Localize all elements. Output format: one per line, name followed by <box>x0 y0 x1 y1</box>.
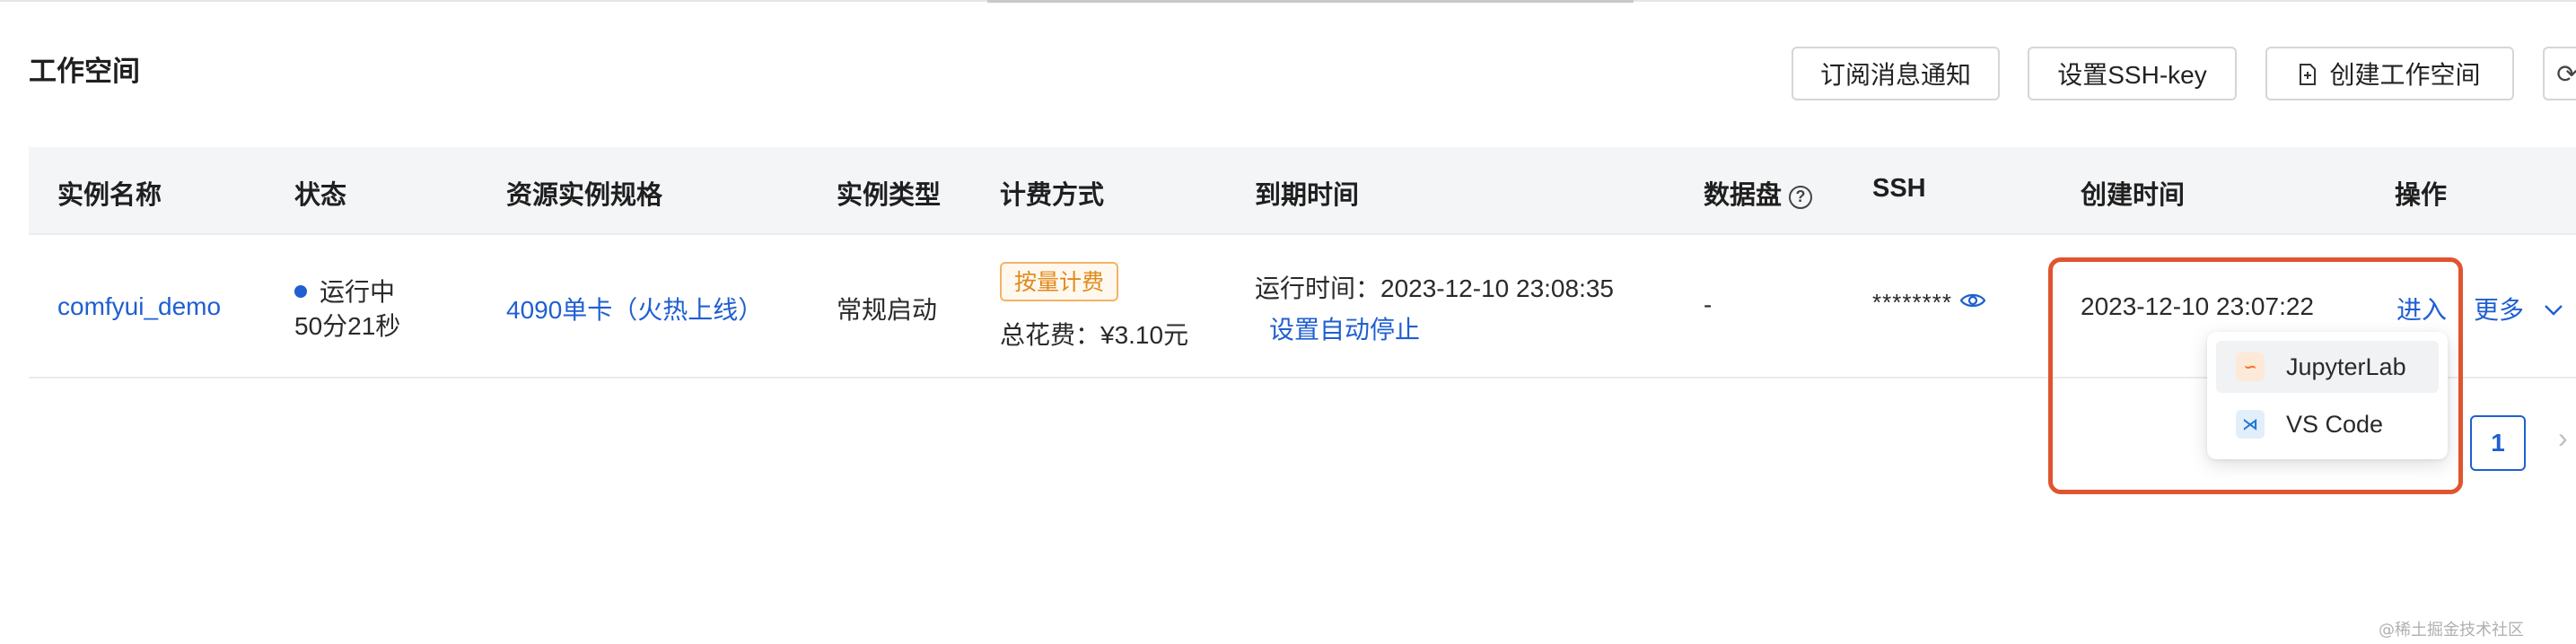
col-data-disk: 数据盘? <box>1704 174 1813 212</box>
col-data-disk-label: 数据盘 <box>1704 181 1783 210</box>
set-ssh-key-label: 设置SSH-key <box>2057 61 2207 89</box>
set-ssh-key-button[interactable]: 设置SSH-key <box>2028 47 2237 100</box>
status-cell: 运行中 <box>294 273 395 309</box>
eye-icon[interactable] <box>1959 288 1986 316</box>
data-disk-value: - <box>1704 291 1713 318</box>
vscode-icon: ⋊ <box>2236 410 2265 439</box>
more-label: 更多 <box>2474 296 2525 324</box>
resource-spec-link[interactable]: 4090单卡（火热上线） <box>506 291 763 326</box>
col-instance-name: 实例名称 <box>57 181 162 210</box>
instance-type: 常规启动 <box>837 296 938 324</box>
col-resource-spec: 资源实例规格 <box>506 181 663 210</box>
set-auto-stop-link[interactable]: 设置自动停止 <box>1269 310 1420 346</box>
subscribe-notifications-button[interactable]: 订阅消息通知 <box>1792 47 2000 100</box>
file-plus-icon <box>2299 63 2317 85</box>
pagination-next-icon[interactable]: › <box>2558 422 2568 455</box>
enter-dropdown-menu: ∽ JupyterLab ⋊ VS Code <box>2207 332 2448 459</box>
menu-item-vscode-label: VS Code <box>2286 410 2384 438</box>
billing-tag: 按量计费 <box>1000 262 1119 301</box>
pagination-page-current[interactable]: 1 <box>2470 415 2526 471</box>
top-scroll-indicator <box>987 0 1634 3</box>
refresh-button[interactable]: ⟳ <box>2543 47 2576 100</box>
status-running-dot <box>294 284 307 298</box>
menu-item-jupyterlab[interactable]: ∽ JupyterLab <box>2216 341 2439 393</box>
table-header: 实例名称 状态 资源实例规格 实例类型 计费方式 到期时间 数据盘? SSH 创… <box>29 147 2576 235</box>
col-ssh: SSH <box>1872 174 1926 203</box>
menu-item-jupyterlab-label: JupyterLab <box>2286 352 2406 380</box>
watermark: @稀土掘金技术社区 <box>2379 621 2524 640</box>
refresh-icon: ⟳ <box>2556 59 2576 88</box>
run-time: 运行时间：2023-12-10 23:08:35 <box>1255 274 1614 302</box>
chevron-down-icon <box>2544 294 2563 323</box>
menu-item-vscode[interactable]: ⋊ VS Code <box>2216 398 2439 450</box>
jupyterlab-icon: ∽ <box>2236 352 2265 381</box>
create-workspace-button[interactable]: 创建工作空间 <box>2265 47 2514 100</box>
total-cost: 总花费：¥3.10元 <box>1000 321 1189 349</box>
ssh-cell: ******** <box>1872 289 1986 318</box>
instance-name-link[interactable]: comfyui_demo <box>57 292 221 321</box>
create-workspace-label: 创建工作空间 <box>2329 61 2481 89</box>
col-status: 状态 <box>294 181 347 210</box>
col-expire-time: 到期时间 <box>1255 181 1360 210</box>
ssh-masked-value: ******** <box>1872 289 1952 316</box>
col-instance-type: 实例类型 <box>837 181 942 210</box>
col-created-time: 创建时间 <box>2081 181 2186 210</box>
subscribe-notifications-label: 订阅消息通知 <box>1819 61 1971 89</box>
more-dropdown-trigger[interactable]: 更多 <box>2474 291 2563 326</box>
help-icon[interactable]: ? <box>1789 185 1813 209</box>
status-duration: 50分21秒 <box>294 312 401 340</box>
status-text: 运行中 <box>320 278 396 306</box>
col-actions: 操作 <box>2395 181 2448 210</box>
col-billing: 计费方式 <box>1000 181 1105 210</box>
page-title: 工作空间 <box>29 56 140 87</box>
